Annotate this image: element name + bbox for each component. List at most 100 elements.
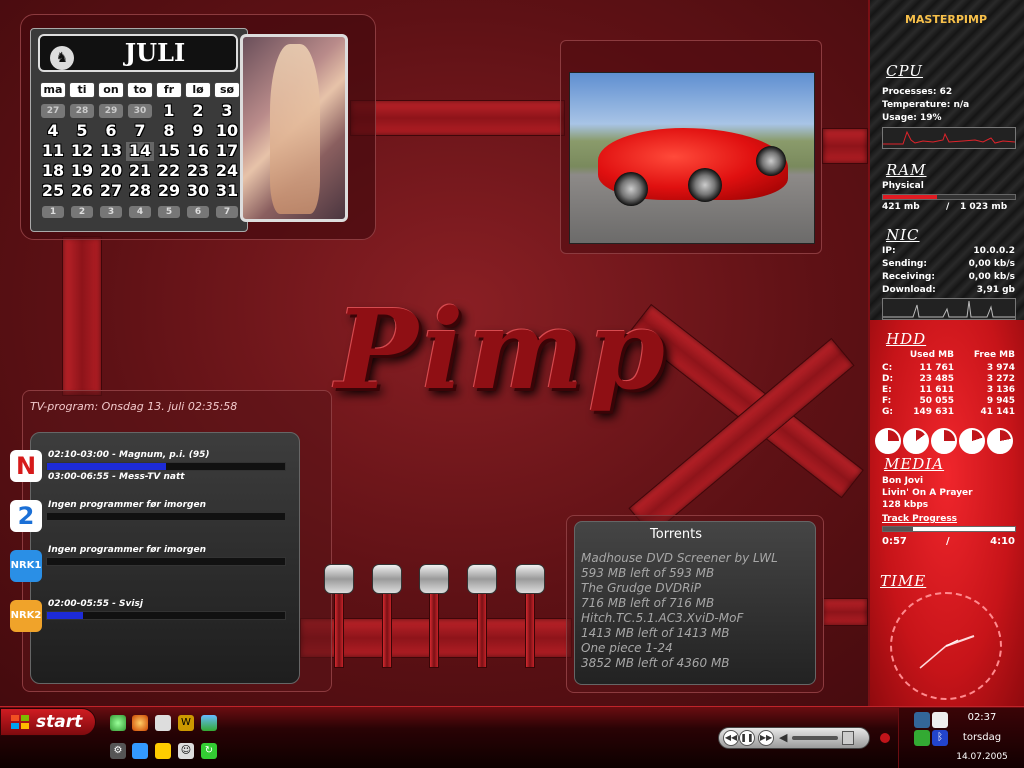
calendar-day: 17: [215, 141, 239, 160]
tv-channel-logo[interactable]: N: [10, 450, 42, 482]
pause-button[interactable]: ❚❚: [739, 730, 755, 746]
game-icon[interactable]: [155, 743, 171, 759]
hdd-used: 11 761: [919, 363, 954, 373]
pimp-logo: Pimp: [335, 285, 669, 414]
volume-slider[interactable]: [792, 736, 838, 740]
calendar-day: 6: [105, 121, 117, 140]
taskbar: [0, 706, 1024, 768]
drive-stem: [525, 584, 535, 668]
volume-icon[interactable]: ◀: [779, 731, 787, 744]
tv-channel-logo[interactable]: 2: [10, 500, 42, 532]
hdd-usage-pie-icon[interactable]: [987, 428, 1013, 454]
devil-icon[interactable]: ☺: [178, 743, 194, 759]
hdd-drive: C:: [882, 363, 893, 373]
tv-program-progress-fill: [47, 463, 166, 470]
hdd-used: 11 611: [919, 385, 954, 395]
torrent-name[interactable]: Madhouse DVD Screener by LWL: [581, 551, 778, 565]
calendar-week-row: 27 28 29 30 1 2 3: [39, 102, 241, 121]
refresh-icon[interactable]: ↻: [201, 743, 217, 759]
drive-knob-icon[interactable]: [467, 564, 497, 594]
week-number: 2: [71, 206, 93, 218]
calendar-day-today: 14: [126, 142, 154, 161]
tv-channel-logo[interactable]: NRK1: [10, 550, 42, 582]
weekday-label: sø: [214, 82, 240, 98]
drive-knob-icon[interactable]: [515, 564, 545, 594]
calendar-day: 19: [70, 161, 94, 180]
calendar-day: 8: [163, 121, 175, 140]
media-elapsed: 0:57: [882, 536, 907, 547]
week-number: 4: [129, 206, 151, 218]
torrent-name[interactable]: One piece 1-24: [581, 641, 673, 655]
tv-program-line: 02:10-03:00 - Magnum, p.i. (95): [48, 450, 210, 460]
warcraft-icon[interactable]: W: [178, 715, 194, 731]
nic-value: 3,91 gb: [976, 285, 1015, 295]
ram-meter-fill: [883, 195, 938, 199]
torrent-status: 716 MB left of 716 MB: [581, 596, 715, 610]
drive-knob-icon[interactable]: [419, 564, 449, 594]
ram-total: 1 023 mb: [960, 202, 1008, 212]
calendar-day: 2: [192, 101, 204, 120]
nic-title: NIC: [886, 226, 920, 244]
torrent-status: 1413 MB left of 1413 MB: [581, 626, 730, 640]
hdd-free: 3 974: [986, 363, 1015, 373]
nic-label: IP:: [882, 246, 896, 256]
drive-stem: [334, 584, 344, 668]
media-center-icon[interactable]: [110, 715, 126, 731]
rewind-button[interactable]: ◀◀: [723, 730, 739, 746]
calendar-day: 5: [76, 121, 88, 140]
hdd-usage-pie-icon[interactable]: [875, 428, 901, 454]
hdd-col-used: Used MB: [909, 350, 954, 360]
calendar-day: 10: [215, 121, 239, 140]
start-label: start: [36, 712, 83, 732]
drive-knob-icon[interactable]: [372, 564, 402, 594]
tv-channel-logo[interactable]: NRK2: [10, 600, 42, 632]
calendar-day: 20: [99, 161, 123, 180]
torrent-name[interactable]: The Grudge DVDRiP: [581, 581, 701, 595]
hdd-free: 3 136: [986, 385, 1015, 395]
calendar-day: 25: [41, 181, 65, 200]
steam-icon[interactable]: ⚙: [110, 743, 126, 759]
cpu-graph: [882, 127, 1016, 149]
weekday-label: ma: [40, 82, 66, 98]
calendar-week-row: 11 12 13 14 15 16 17: [39, 142, 241, 161]
network-icon[interactable]: [914, 712, 930, 728]
hdd-drive: D:: [882, 374, 894, 384]
calendar-day: 7: [134, 121, 146, 140]
guitar-icon[interactable]: [132, 743, 148, 759]
desktop-icon[interactable]: [201, 715, 217, 731]
firefox-icon[interactable]: [132, 715, 148, 731]
week-number: 3: [100, 206, 122, 218]
forward-button[interactable]: ▶▶: [758, 730, 774, 746]
weekday-label: on: [98, 82, 124, 98]
nic-label: Sending:: [882, 259, 927, 269]
hdd-col-free: Free MB: [973, 350, 1015, 360]
drive-knob-icon[interactable]: [324, 564, 354, 594]
hostname: MASTERPIMP: [904, 13, 988, 26]
tray-date: 14.07.2005: [956, 752, 1008, 762]
calendar-day: 27: [99, 181, 123, 200]
tv-program-line: Ingen programmer før imorgen: [48, 545, 207, 555]
tray-time[interactable]: 02:37: [944, 712, 1020, 723]
hdd-usage-pie-icon[interactable]: [903, 428, 929, 454]
hdd-used: 149 631: [913, 407, 954, 417]
hdd-usage-pie-icon[interactable]: [959, 428, 985, 454]
tv-program-progress: [46, 462, 286, 471]
ram-meter: [882, 194, 1016, 200]
calendar-day: 12: [70, 141, 94, 160]
nic-value: 0,00 kb/s: [968, 259, 1015, 269]
hdd-usage-pie-icon[interactable]: [931, 428, 957, 454]
drive-stem: [429, 584, 439, 668]
hdd-title: HDD: [886, 330, 927, 348]
hdd-free: 9 945: [986, 396, 1015, 406]
hdd-drive: F:: [882, 396, 892, 406]
mail-icon[interactable]: [155, 715, 171, 731]
calendar-day: 11: [41, 141, 65, 160]
car-wheel: [614, 172, 648, 206]
calendar-day: 28: [70, 104, 94, 118]
messenger-icon[interactable]: [914, 730, 930, 746]
restore-player-button[interactable]: [842, 731, 854, 745]
torrent-name[interactable]: Hitch.TC.5.1.AC3.XviD-MoF: [581, 611, 743, 625]
calendar-day: 24: [215, 161, 239, 180]
media-progress-bar[interactable]: [882, 526, 1016, 532]
calendar-day: 30: [128, 104, 152, 118]
